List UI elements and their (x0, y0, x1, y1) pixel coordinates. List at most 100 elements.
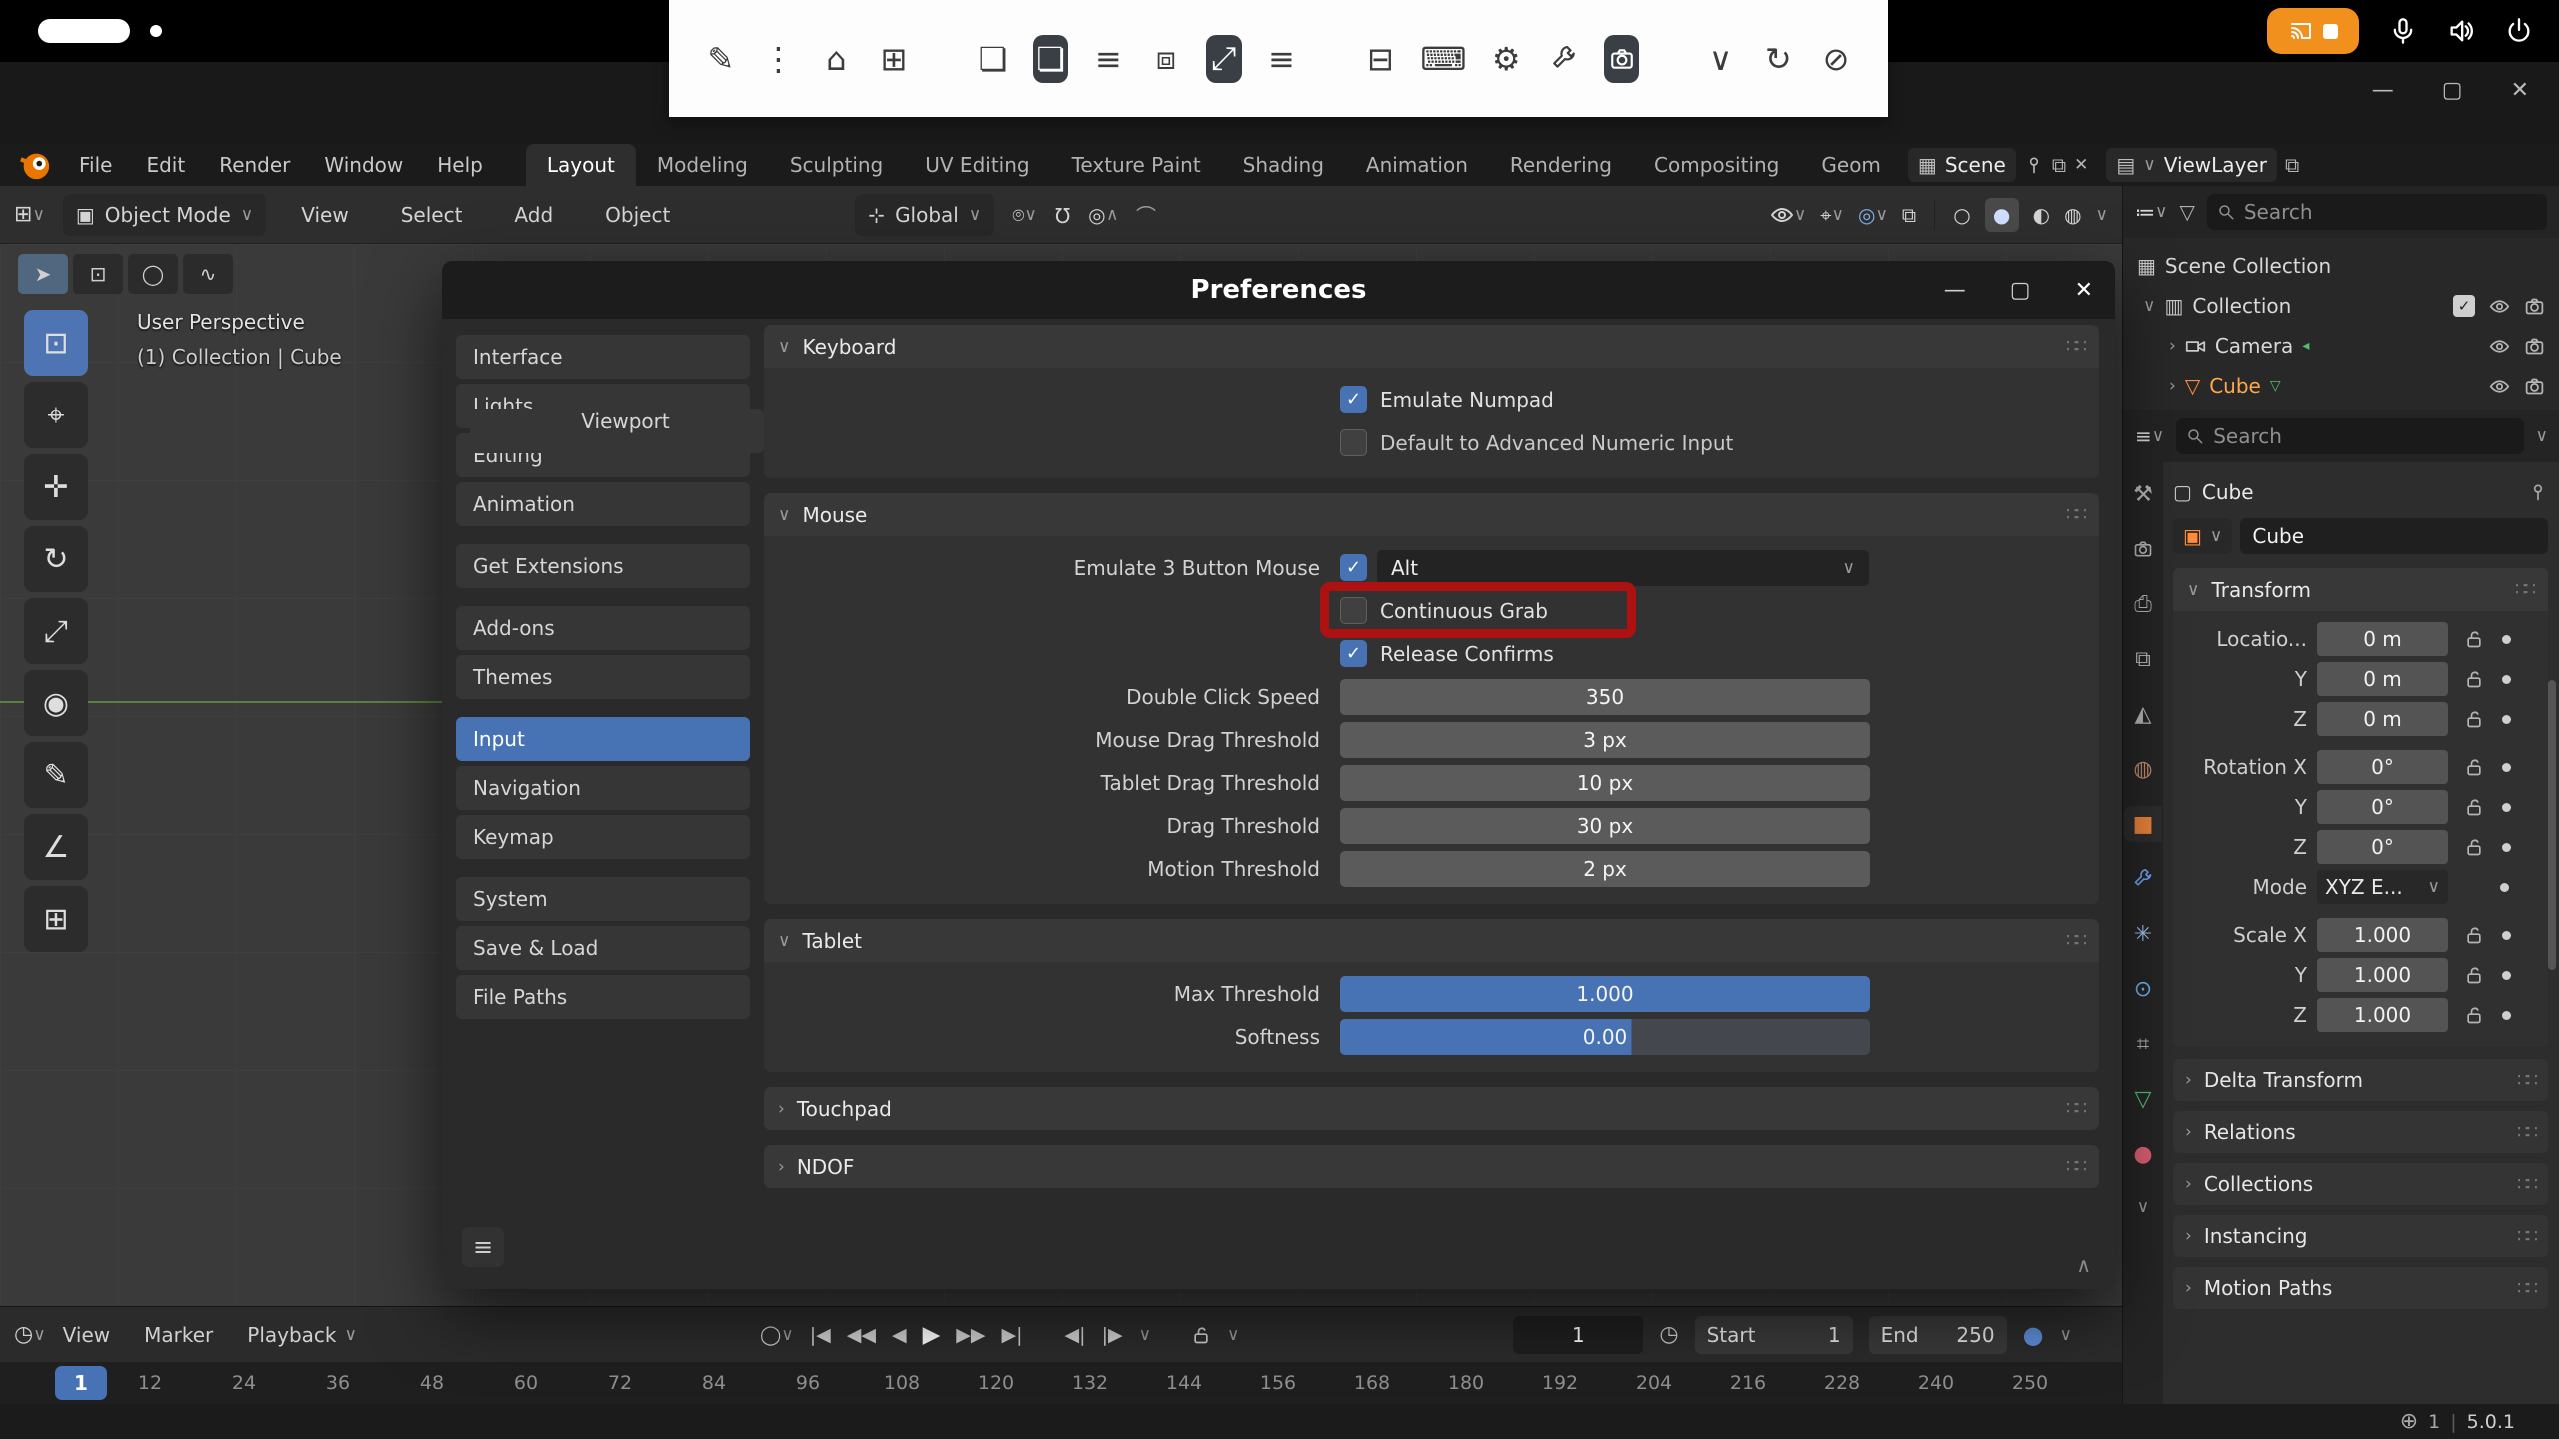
animate-dot[interactable] (2502, 763, 2511, 772)
start-frame-field[interactable]: Start 1 (1695, 1316, 1853, 1354)
hide-eye-icon[interactable] (2489, 336, 2510, 357)
shading-rendered-icon[interactable]: ◍ (2064, 203, 2081, 227)
hide-eye-icon[interactable] (2489, 376, 2510, 397)
drag-grip[interactable]: ∷∷ (2066, 930, 2085, 951)
tab-physics[interactable]: ⊙ (2124, 971, 2162, 1007)
tab-scene[interactable]: ◭ (2124, 696, 2162, 732)
tablet-drag-threshold-slider[interactable]: 10 px (1340, 765, 1870, 801)
tab-constraints[interactable]: ⌗ (2124, 1026, 2162, 1062)
continuous-grab-checkbox[interactable] (1340, 597, 1367, 624)
scale-y-field[interactable]: 1.000 (2317, 958, 2448, 992)
sync-icon[interactable]: ● (2023, 1321, 2044, 1349)
menu-edit[interactable]: Edit (129, 144, 202, 186)
preferences-menu-button[interactable]: ≡ (462, 1227, 504, 1267)
pin-icon[interactable] (2528, 482, 2548, 502)
chevron-down-icon[interactable]: ∨ (2536, 426, 2548, 446)
location-y-field[interactable]: 0 m (2317, 662, 2448, 696)
blender-logo[interactable] (18, 148, 52, 182)
scroll-up-icon[interactable]: ∧ (2076, 1253, 2091, 1277)
more-options-icon[interactable]: ⋮ (761, 35, 797, 83)
softness-slider[interactable]: 0.00 (1340, 1019, 1870, 1055)
shading-wireframe-icon[interactable]: ○ (1953, 203, 1970, 227)
stylus-icon[interactable]: ✎ (703, 35, 739, 83)
visibility-dropdown[interactable]: ∨ (1770, 203, 1806, 227)
prefs-nav-keymap[interactable]: Keymap (456, 815, 750, 859)
volume-icon[interactable] (2447, 17, 2475, 45)
rotation-mode-dropdown[interactable]: XYZ E...∨ (2317, 870, 2448, 904)
window-close-icon[interactable]: ✕ (2511, 78, 2529, 103)
animate-dot[interactable] (2502, 715, 2511, 724)
animate-dot[interactable] (2502, 931, 2511, 940)
shading-material-icon[interactable]: ◐ (2033, 203, 2050, 227)
add-cube-tool[interactable]: ⊞ (24, 886, 88, 952)
ndof-section-header[interactable]: › NDOF ∷∷ (764, 1145, 2099, 1188)
preferences-titlebar[interactable]: Preferences — ▢ ✕ (442, 261, 2115, 319)
annotate-tool[interactable]: ✎ (24, 742, 88, 808)
location-z-field[interactable]: 0 m (2317, 702, 2448, 736)
tab-sculpting[interactable]: Sculpting (769, 144, 904, 186)
editor-type-icon[interactable]: ⊞∨ (14, 202, 45, 227)
prefs-minimize-icon[interactable]: — (1944, 278, 1966, 303)
next-frame-button[interactable]: |▶ (1102, 1324, 1123, 1346)
max-threshold-slider[interactable]: 1.000 (1340, 976, 1870, 1012)
prefs-nav-animation[interactable]: Animation (456, 482, 750, 526)
expand-icon[interactable]: › (2169, 376, 2176, 396)
animate-dot[interactable] (2502, 803, 2511, 812)
lock-icon[interactable] (2464, 629, 2484, 649)
animate-dot[interactable] (2502, 971, 2511, 980)
outliner-row-camera[interactable]: › Camera ◂ (2123, 326, 2559, 366)
timeline-menu-view[interactable]: View (46, 1307, 127, 1362)
settings-gear-icon[interactable]: ⚙ (1488, 35, 1524, 83)
prefs-close-icon[interactable]: ✕ (2075, 278, 2093, 303)
lock-icon[interactable] (2464, 669, 2484, 689)
tweak-select-mode[interactable]: ➤ (18, 254, 68, 294)
timeline-menu-marker[interactable]: Marker (127, 1307, 230, 1362)
chevron-down-icon[interactable]: ∨ (2060, 1325, 2072, 1345)
rotation-z-field[interactable]: 0° (2317, 830, 2448, 864)
motion-threshold-slider[interactable]: 2 px (1340, 851, 1870, 887)
lock-icon[interactable] (2464, 797, 2484, 817)
panel-motion-paths[interactable]: ›Motion Paths∷∷ (2173, 1267, 2548, 1309)
animate-dot[interactable] (2502, 1011, 2511, 1020)
scrollbar[interactable] (2548, 680, 2556, 970)
keying-set-icon[interactable] (1191, 1325, 1211, 1345)
move-tool[interactable]: ✛ (24, 454, 88, 520)
tab-particles[interactable]: ✳ (2124, 916, 2162, 952)
panel-relations[interactable]: ›Relations∷∷ (2173, 1111, 2548, 1153)
scene-selector[interactable]: ▦ Scene (1908, 148, 2016, 182)
drag-grip[interactable]: ∷∷ (2517, 1070, 2536, 1091)
tab-output[interactable]: ⎙ (2124, 586, 2162, 622)
tab-compositing[interactable]: Compositing (1633, 144, 1800, 186)
power-icon[interactable] (2505, 17, 2533, 45)
menu-help[interactable]: Help (420, 144, 500, 186)
menu-icon-2[interactable]: ≡ (1264, 35, 1300, 83)
cursor-tool[interactable]: ⌖ (24, 382, 88, 448)
microphone-icon[interactable] (2389, 17, 2417, 45)
tab-uv-editing[interactable]: UV Editing (904, 144, 1050, 186)
window-minimize-icon[interactable]: — (2372, 78, 2394, 103)
timeline-editor-icon[interactable]: ◷∨ (14, 1322, 46, 1347)
home-icon[interactable]: ⌂ (818, 35, 854, 83)
drag-grip[interactable]: ∷∷ (2066, 504, 2085, 525)
tab-layout[interactable]: Layout (526, 144, 636, 186)
viewport-menu-select[interactable]: Select (384, 186, 480, 243)
collection-checkbox[interactable]: ✓ (2453, 295, 2475, 317)
fullscreen-icon[interactable]: ⤢ (1206, 35, 1242, 83)
rotate-tool[interactable]: ↻ (24, 526, 88, 592)
chevron-down-icon[interactable]: ∨ (1227, 1325, 1239, 1345)
lock-icon[interactable] (2464, 709, 2484, 729)
keyboard-section-header[interactable]: ∨ Keyboard ∷∷ (764, 325, 2099, 368)
collapse-icon[interactable]: ∨ (2143, 296, 2155, 316)
disable-render-icon[interactable] (2524, 376, 2545, 397)
emulate-modifier-dropdown[interactable]: Alt ∨ (1377, 550, 1869, 586)
drag-grip[interactable]: ∷∷ (2066, 1098, 2085, 1119)
outliner-search-input[interactable]: Search (2207, 194, 2547, 230)
double-click-speed-slider[interactable]: 350 (1340, 679, 1870, 715)
unlink-scene-icon[interactable]: ✕ (2074, 155, 2088, 175)
tab-shading[interactable]: Shading (1222, 144, 1345, 186)
wrench-icon[interactable] (1546, 35, 1582, 83)
transform-tool[interactable]: ◉ (24, 670, 88, 736)
properties-search-input[interactable]: Search (2176, 418, 2523, 454)
prefs-nav-themes[interactable]: Themes (456, 655, 750, 699)
unlink-icon[interactable]: ⊘ (1818, 35, 1854, 83)
